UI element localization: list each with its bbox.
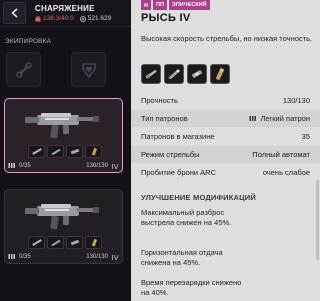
mini-mod-slot (66, 145, 83, 158)
barrel-mod-icon (31, 148, 42, 155)
smg-weapon-image (25, 113, 99, 139)
stat-row-fire-mode: Режим стрельбы Полный автомат (131, 146, 320, 163)
weapon-card[interactable]: 0/35 130/130 IV (4, 189, 123, 264)
ammo-count: 0/35 (19, 253, 31, 260)
weapon-card-selected[interactable]: 0/35 130/130 IV (4, 98, 123, 173)
svg-text:IV: IV (112, 253, 119, 261)
inventory-panel: СНАРЯЖЕНИЕ 138.3/40.0 521 629 ЭКИПИРОВКА (0, 0, 131, 301)
stat-label: Режим стрельбы (141, 150, 200, 159)
smg-weapon-image (25, 204, 99, 230)
card-footer: 0/35 130/130 IV (5, 250, 122, 263)
money-value: 521 629 (87, 15, 112, 22)
stat-value: 130/130 (282, 96, 310, 105)
mini-mod-slot (28, 236, 45, 249)
mini-mod-slot (28, 145, 45, 158)
durability-value: 130/130 (86, 253, 108, 260)
chevron-left-icon (10, 8, 18, 18)
stock-mod-icon (50, 149, 61, 155)
category-icon (141, 0, 151, 10)
tier-iv-icon: IV (112, 162, 119, 170)
augment-icon (15, 61, 32, 78)
weight-icon (35, 15, 41, 21)
upgrade-item: Максимальный разброс выстрела снижен на … (141, 208, 232, 227)
ammo-count: 0/35 (19, 162, 31, 169)
mod-slot-barrel[interactable] (141, 64, 161, 84)
svg-text:IV: IV (112, 162, 119, 170)
stat-label: Тип патронов (141, 114, 188, 123)
mini-mod-slot (85, 145, 102, 158)
mod-slot-grip[interactable] (187, 64, 207, 84)
shield-icon (81, 62, 96, 78)
item-details-panel: ПП ЭПИЧЕСКИЙ РЫСЬ IV Высокая скорость ст… (131, 0, 320, 301)
rarity-tag: ЭПИЧЕСКИЙ (168, 0, 210, 10)
back-button[interactable] (3, 2, 26, 24)
ammo-icon (8, 254, 15, 259)
stat-label: Патронов в магазине (141, 132, 215, 141)
equipment-section-label: ЭКИПИРОВКА (5, 38, 52, 45)
header-stats: 138.3/40.0 521 629 (35, 15, 111, 22)
tier-iv-icon: IV (112, 253, 119, 261)
magazine-mod-icon (91, 238, 97, 247)
mini-mod-slot (47, 236, 64, 249)
attached-mods (28, 145, 102, 158)
money-stat: 521 629 (79, 15, 112, 22)
stat-row-arc-penetration: Пробитие брони ARC очень слабое (131, 164, 320, 181)
stock-mod-icon (50, 240, 61, 246)
stat-value: Полный автомат (252, 150, 310, 159)
weight-stat: 138.3/40.0 (35, 15, 74, 22)
ammo-icon (8, 163, 15, 168)
details-scrollbar[interactable] (316, 180, 319, 260)
magazine-mod-icon (215, 68, 225, 80)
inventory-header: СНАРЯЖЕНИЕ 138.3/40.0 521 629 (0, 0, 131, 27)
grip-mod-icon (70, 239, 79, 246)
mod-slot-magazine[interactable] (210, 64, 230, 84)
stat-value: 35 (301, 132, 310, 141)
stat-label: Пробитие брони ARC (141, 168, 216, 177)
coin-icon (79, 15, 86, 22)
barrel-mod-icon (31, 239, 42, 246)
stat-row-durability: Прочность 130/130 (131, 92, 320, 109)
card-footer: 0/35 130/130 IV (5, 159, 122, 172)
stat-row-ammo-type: Тип патронов Легкий патрон (131, 110, 320, 127)
page-title: СНАРЯЖЕНИЕ (35, 4, 95, 13)
stat-value: Легкий патрон (260, 114, 310, 123)
ammo-icon (249, 116, 257, 121)
upgrade-item: Время перезарядки снижено на 40%. (141, 278, 242, 297)
mod-slots (141, 64, 230, 84)
magazine-mod-icon (91, 147, 97, 156)
mini-mod-slot (85, 236, 102, 249)
weight-value: 138.3/40.0 (43, 15, 74, 22)
augment-slot[interactable] (6, 52, 41, 87)
shield-slot[interactable] (71, 52, 106, 87)
grip-mod-icon (192, 70, 202, 78)
grip-mod-icon (70, 148, 79, 155)
stat-row-magazine: Патронов в магазине 35 (131, 128, 320, 145)
upgrades-title: УЛУЧШЕНИЕ МОДИФИКАЦИЙ (141, 193, 256, 202)
stat-value: очень слабое (262, 168, 310, 177)
stock-mod-icon (168, 69, 180, 79)
item-description: Высокая скорость стрельбы, но низкая точ… (141, 34, 313, 43)
durability-value: 130/130 (86, 162, 108, 169)
weapon-category-icon (144, 3, 148, 7)
stat-value-wrap: Легкий патрон (249, 114, 310, 123)
stat-label: Прочность (141, 96, 178, 105)
item-name: РЫСЬ IV (141, 12, 191, 24)
item-tags: ПП ЭПИЧЕСКИЙ (141, 0, 210, 10)
mod-slot-stock[interactable] (164, 64, 184, 84)
barrel-mod-icon (145, 69, 157, 79)
weapon-type-tag: ПП (153, 0, 167, 10)
upgrade-item: Горизонтальная отдача снижена на 45%. (141, 248, 223, 267)
mini-mod-slot (66, 236, 83, 249)
attached-mods (28, 236, 102, 249)
mini-mod-slot (47, 145, 64, 158)
